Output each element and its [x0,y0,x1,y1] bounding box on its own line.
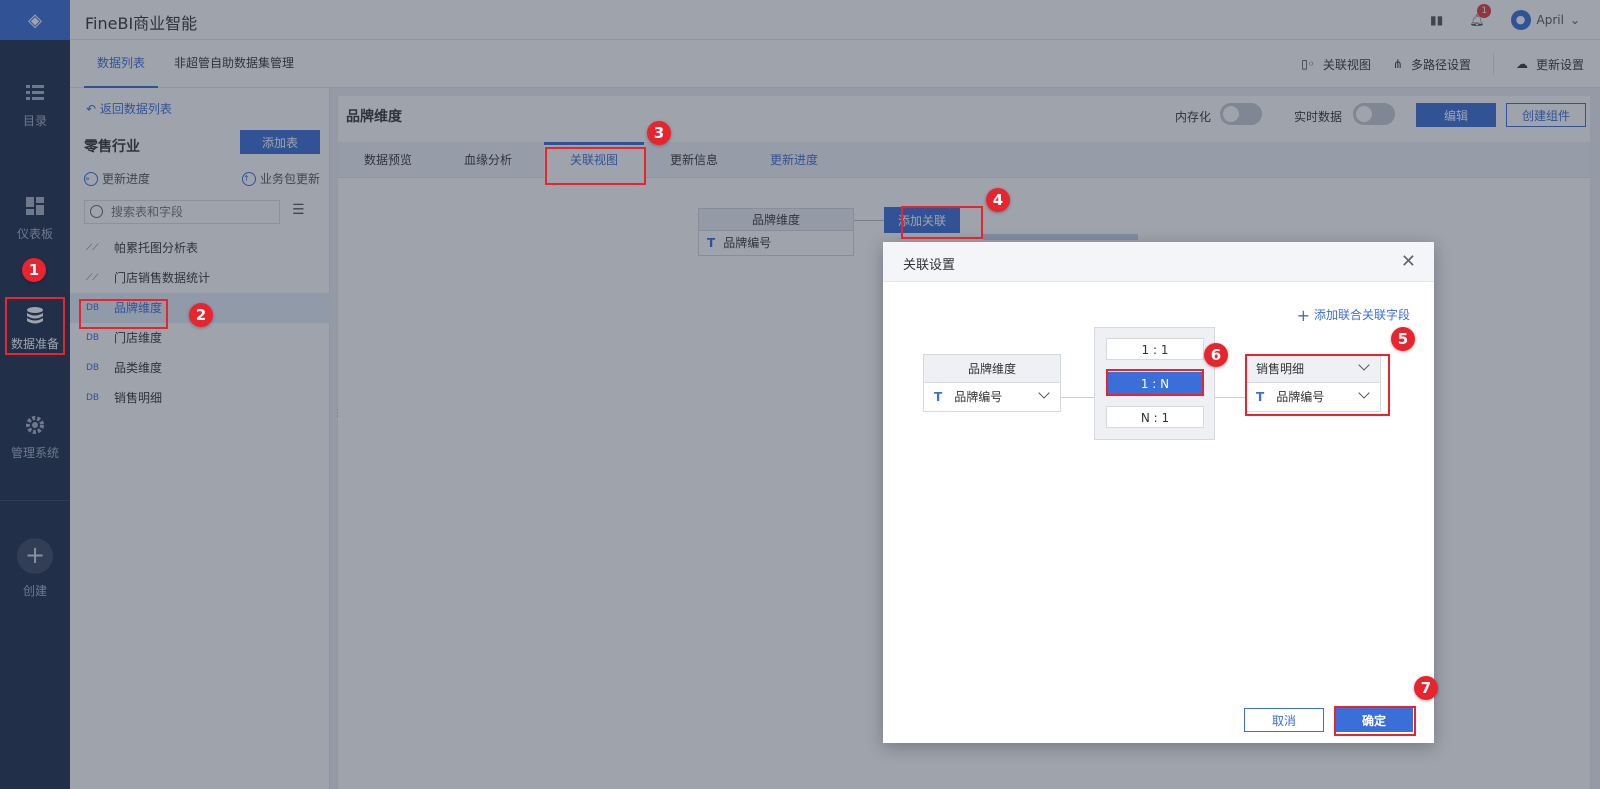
relation-settings-dialog: 关联设置 ✕ + 添加联合关联字段 品牌维度 T 品牌编号 1 : 1 1 : N … [883,242,1434,743]
highlight-box [545,147,646,185]
cancel-button[interactable]: 取消 [1244,708,1324,732]
plus-icon: + [1296,306,1310,325]
add-union-field-button[interactable]: + 添加联合关联字段 [1297,306,1410,325]
highlight-box [1245,354,1390,416]
step-marker-1: 1 [22,258,46,282]
connector-line [1061,397,1094,398]
field-name: 品牌编号 [954,390,1003,404]
step-marker-5: 5 [1391,327,1415,351]
left-field-select[interactable]: T 品牌编号 [924,383,1060,411]
relation-option-1-1[interactable]: 1 : 1 [1106,338,1204,360]
left-table-header: 品牌维度 [924,355,1060,383]
step-marker-4: 4 [986,188,1010,212]
step-marker-2: 2 [189,303,213,327]
relation-option-n-1[interactable]: N : 1 [1106,406,1204,428]
dialog-header: 关联设置 ✕ [883,242,1434,282]
text-type-icon: T [934,390,943,404]
step-marker-7: 7 [1414,676,1438,700]
dialog-title: 关联设置 [903,258,956,273]
highlight-box [1334,706,1416,736]
chevron-down-icon [1038,387,1050,399]
step-marker-3: 3 [647,121,671,145]
close-icon[interactable]: ✕ [1401,251,1416,272]
step-marker-6: 6 [1204,343,1228,367]
left-table-card: 品牌维度 T 品牌编号 [923,354,1061,412]
highlight-box [79,299,168,329]
highlight-box [901,206,983,239]
highlight-box [5,297,65,355]
connector-line [1215,397,1245,398]
add-union-label: 添加联合关联字段 [1313,308,1410,322]
highlight-box [1106,369,1204,396]
